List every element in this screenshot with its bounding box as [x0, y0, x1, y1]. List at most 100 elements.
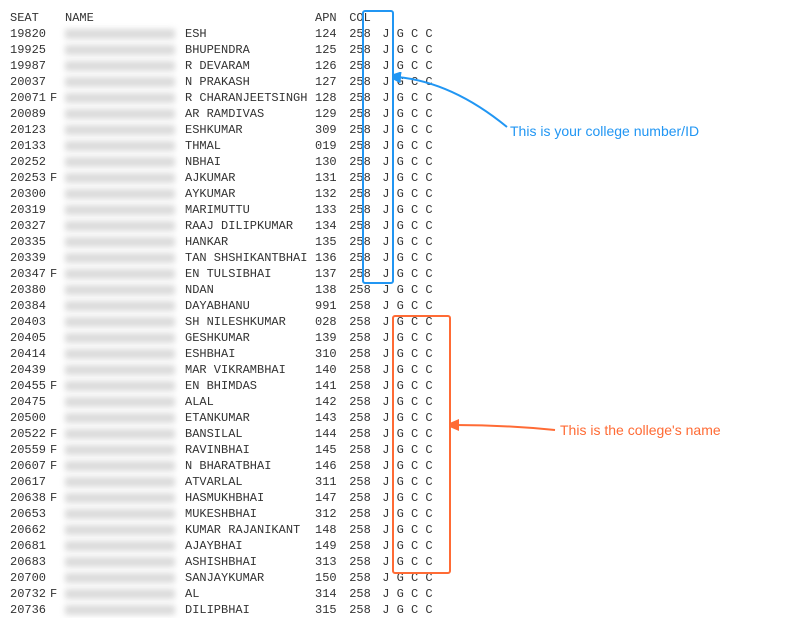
cell-name-redacted: [65, 138, 185, 154]
cell-name-suffix: NDAN: [185, 282, 315, 298]
cell-name-suffix: THMAL: [185, 138, 315, 154]
cell-seat: 20347: [10, 266, 50, 282]
cell-col: 258: [345, 266, 375, 282]
cell-rest: J G C C: [375, 314, 435, 330]
cell-flag: [50, 410, 65, 426]
table-row: 20380 NDAN138258 J G C C: [10, 282, 793, 298]
cell-name-redacted: [65, 586, 185, 602]
cell-col: 258: [345, 218, 375, 234]
table-row: 20732F AL314258 J G C C: [10, 586, 793, 602]
cell-col: 258: [345, 170, 375, 186]
cell-flag: [50, 186, 65, 202]
cell-name-redacted: [65, 42, 185, 58]
cell-col: 258: [345, 298, 375, 314]
header-rest: [375, 10, 435, 26]
table-row: 20300 AYKUMAR132258 J G C C: [10, 186, 793, 202]
cell-seat: 20681: [10, 538, 50, 554]
cell-col: 258: [345, 154, 375, 170]
cell-seat: 20700: [10, 570, 50, 586]
cell-name-redacted: [65, 218, 185, 234]
cell-apn: 313: [315, 554, 345, 570]
cell-rest: J G C C: [375, 218, 435, 234]
cell-col: 258: [345, 538, 375, 554]
cell-flag: [50, 602, 65, 618]
cell-rest: J G C C: [375, 522, 435, 538]
cell-col: 258: [345, 570, 375, 586]
cell-seat: 20335: [10, 234, 50, 250]
cell-name-redacted: [65, 58, 185, 74]
cell-apn: 147: [315, 490, 345, 506]
table-row: 19820 ESH124258 J G C C: [10, 26, 793, 42]
cell-name-suffix: AJKUMAR: [185, 170, 315, 186]
table-row: 20327 RAAJ DILIPKUMAR134258 J G C C: [10, 218, 793, 234]
cell-name-redacted: [65, 378, 185, 394]
cell-apn: 146: [315, 458, 345, 474]
cell-name-suffix: TAN SHSHIKANTBHAI: [185, 250, 315, 266]
cell-flag: [50, 106, 65, 122]
cell-seat: 20455: [10, 378, 50, 394]
cell-rest: J G C C: [375, 138, 435, 154]
cell-apn: 140: [315, 362, 345, 378]
cell-seat: 20662: [10, 522, 50, 538]
cell-apn: 134: [315, 218, 345, 234]
table-row: 20700 SANJAYKUMAR150258 J G C C: [10, 570, 793, 586]
cell-col: 258: [345, 506, 375, 522]
cell-rest: J G C C: [375, 250, 435, 266]
cell-col: 258: [345, 26, 375, 42]
cell-rest: J G C C: [375, 474, 435, 490]
cell-name-suffix: MAR VIKRAMBHAI: [185, 362, 315, 378]
cell-name-redacted: [65, 458, 185, 474]
cell-name-suffix: AL: [185, 586, 315, 602]
table-row: 20683 ASHISHBHAI313258 J G C C: [10, 554, 793, 570]
cell-rest: J G C C: [375, 378, 435, 394]
cell-apn: 124: [315, 26, 345, 42]
cell-flag: [50, 506, 65, 522]
cell-col: 258: [345, 186, 375, 202]
cell-apn: 125: [315, 42, 345, 58]
cell-apn: 311: [315, 474, 345, 490]
cell-name-suffix: SANJAYKUMAR: [185, 570, 315, 586]
cell-rest: J G C C: [375, 602, 435, 618]
table-row: 19925 BHUPENDRA125258 J G C C: [10, 42, 793, 58]
cell-name-suffix: AR RAMDIVAS: [185, 106, 315, 122]
cell-seat: 20252: [10, 154, 50, 170]
table-row: 20681 AJAYBHAI149258 J G C C: [10, 538, 793, 554]
cell-name-redacted: [65, 106, 185, 122]
cell-col: 258: [345, 490, 375, 506]
cell-col: 258: [345, 106, 375, 122]
cell-seat: 20522: [10, 426, 50, 442]
cell-flag: [50, 74, 65, 90]
cell-name-redacted: [65, 90, 185, 106]
cell-seat: 19925: [10, 42, 50, 58]
cell-flag: [50, 570, 65, 586]
cell-flag: [50, 122, 65, 138]
cell-rest: J G C C: [375, 554, 435, 570]
cell-name-suffix: RAVINBHAI: [185, 442, 315, 458]
cell-flag: [50, 218, 65, 234]
cell-seat: 20380: [10, 282, 50, 298]
cell-apn: 148: [315, 522, 345, 538]
cell-name-redacted: [65, 298, 185, 314]
table-row: 20089 AR RAMDIVAS129258 J G C C: [10, 106, 793, 122]
cell-rest: J G C C: [375, 426, 435, 442]
cell-apn: 133: [315, 202, 345, 218]
cell-seat: 20071: [10, 90, 50, 106]
cell-name-redacted: [65, 234, 185, 250]
cell-apn: 149: [315, 538, 345, 554]
table-row: 20335 HANKAR135258 J G C C: [10, 234, 793, 250]
cell-name-suffix: NBHAI: [185, 154, 315, 170]
cell-rest: J G C C: [375, 58, 435, 74]
cell-name-suffix: R DEVARAM: [185, 58, 315, 74]
cell-flag: F: [50, 90, 65, 106]
cell-flag: F: [50, 266, 65, 282]
table-row: 20037 N PRAKASH127258 J G C C: [10, 74, 793, 90]
cell-name-suffix: BANSILAL: [185, 426, 315, 442]
cell-flag: [50, 154, 65, 170]
cell-rest: J G C C: [375, 394, 435, 410]
cell-seat: 20500: [10, 410, 50, 426]
table-row: 20607F N BHARATBHAI146258 J G C C: [10, 458, 793, 474]
cell-rest: J G C C: [375, 266, 435, 282]
cell-name-redacted: [65, 474, 185, 490]
cell-apn: 314: [315, 586, 345, 602]
cell-name-suffix: HANKAR: [185, 234, 315, 250]
